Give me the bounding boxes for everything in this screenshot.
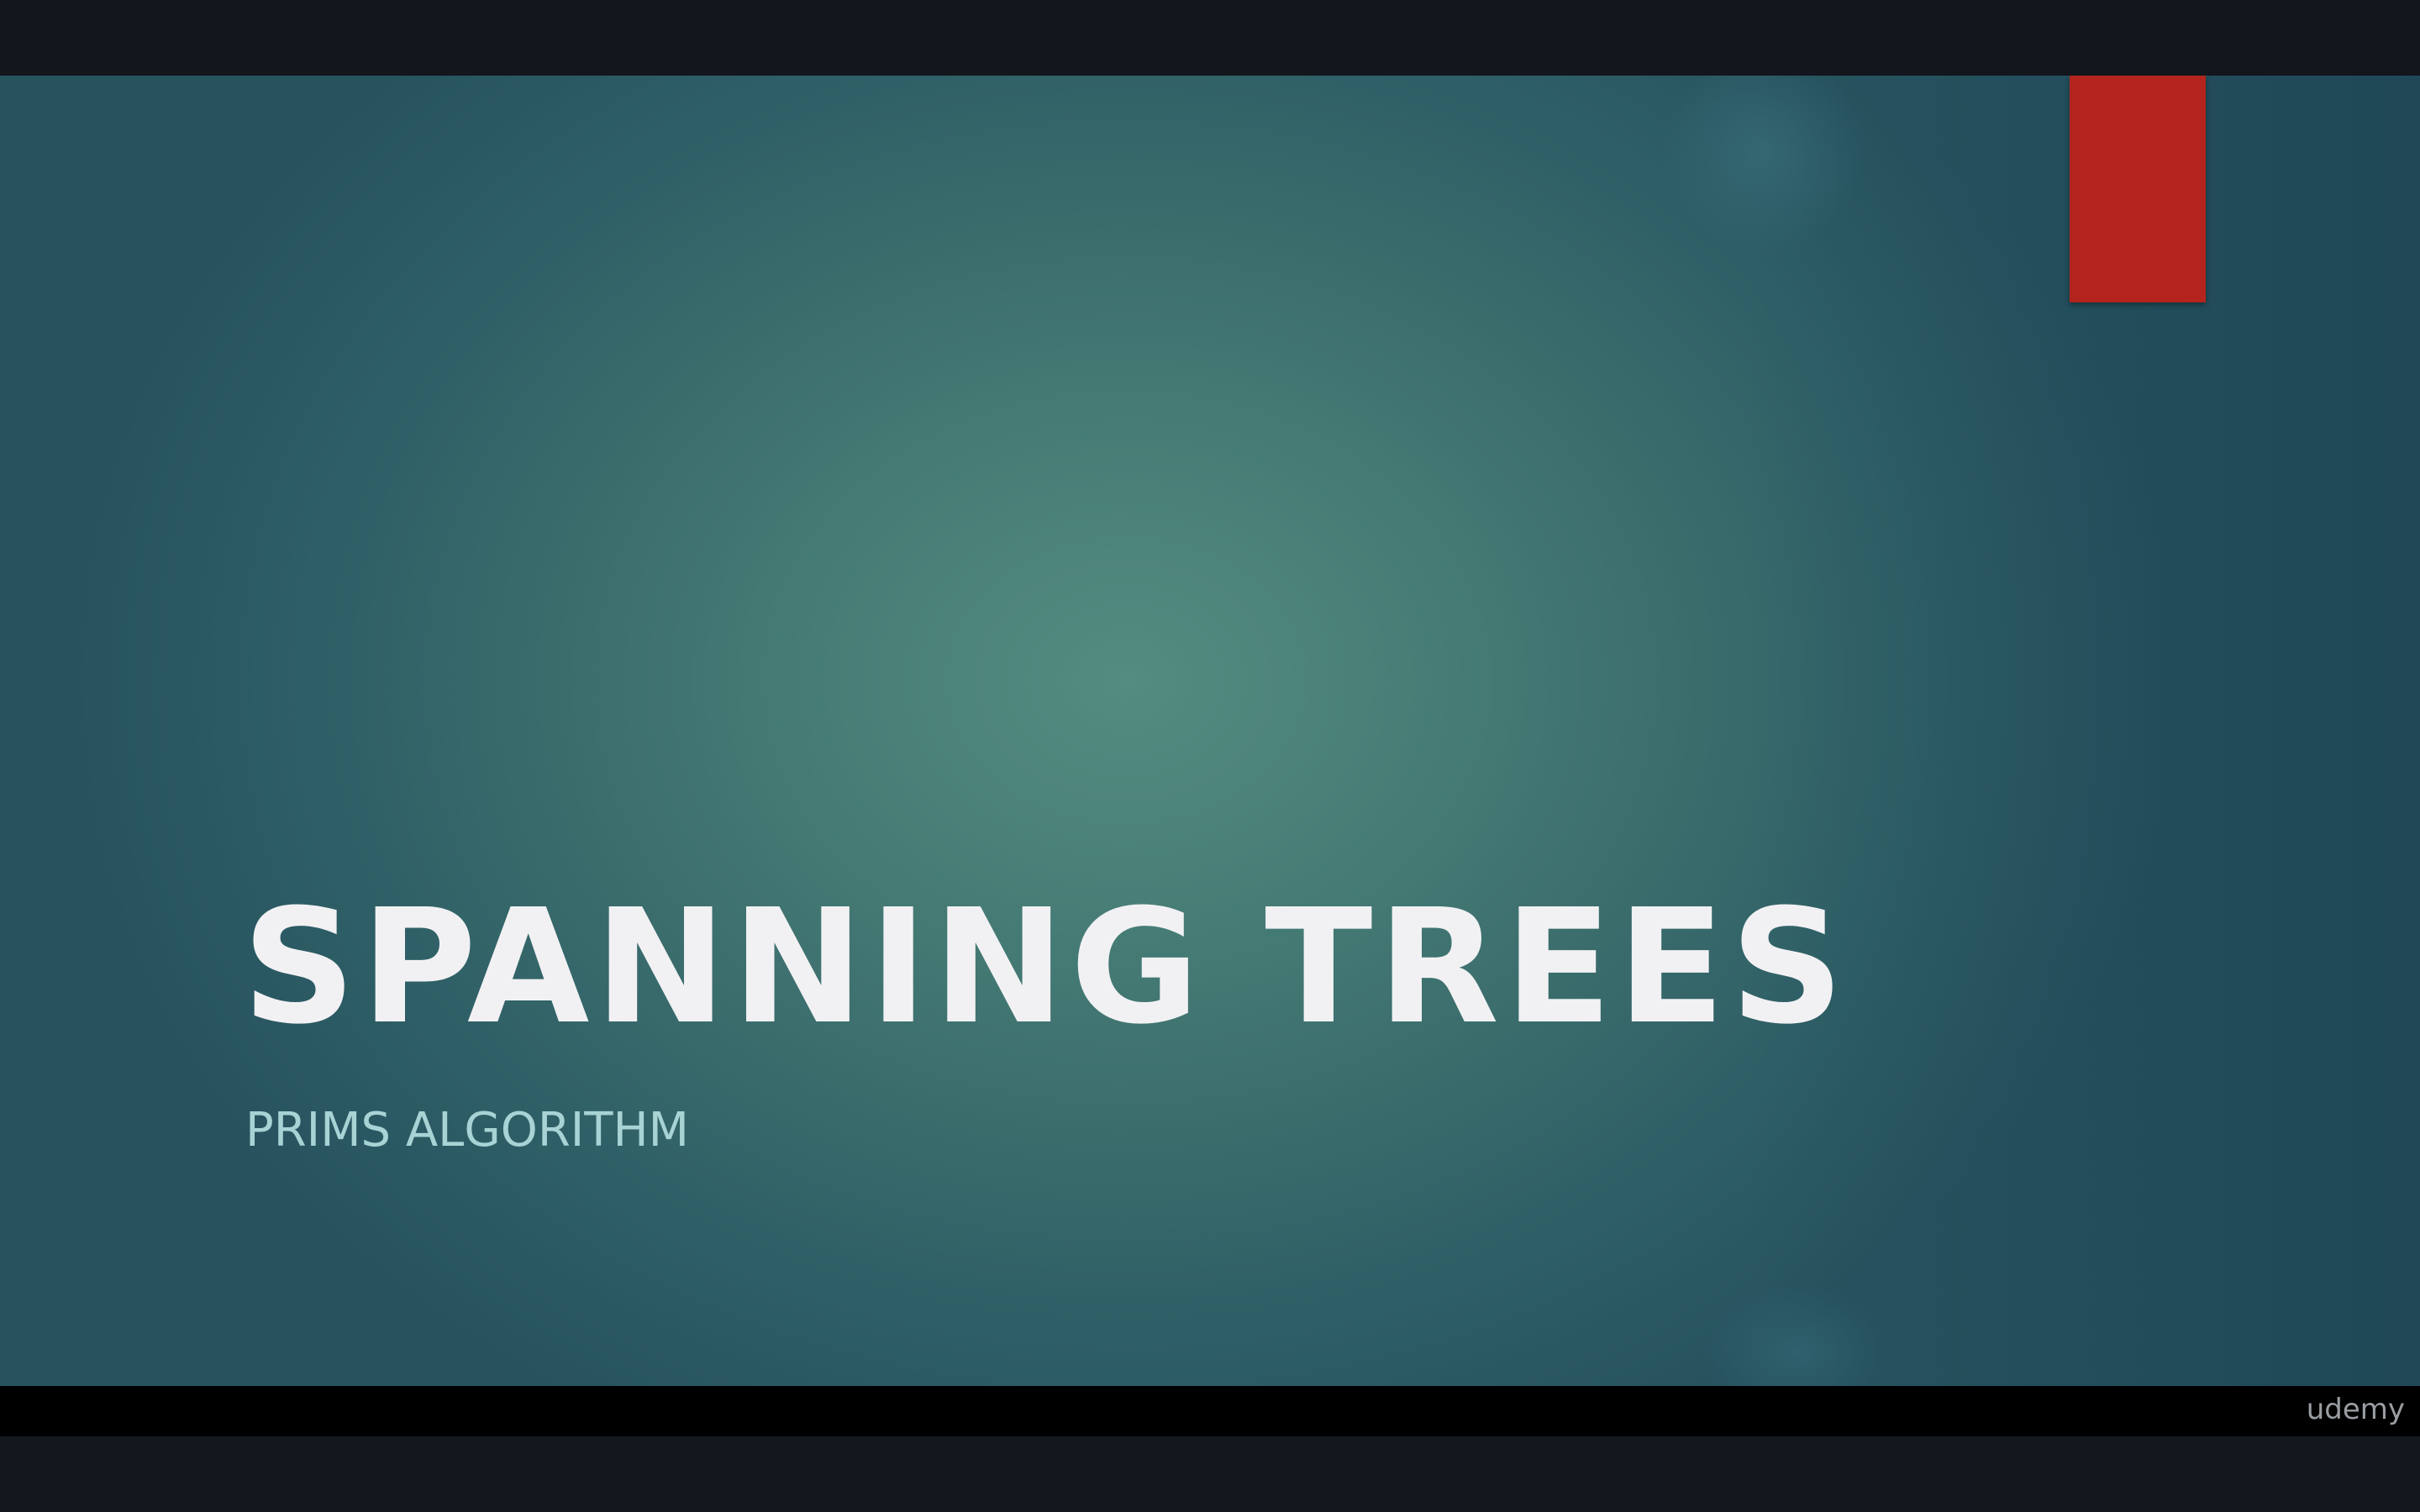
accent-bar — [2070, 76, 2206, 302]
presentation-slide: SPANNING TREES PRIMS ALGORITHM — [0, 76, 2420, 1386]
player-bottom-bar: udemy — [0, 1386, 2420, 1436]
slide-title: SPANNING TREES — [242, 875, 1849, 1059]
top-letterbox — [0, 0, 2420, 76]
bottom-letterbox — [0, 1436, 2420, 1512]
video-viewport[interactable]: SPANNING TREES PRIMS ALGORITHM udemy — [0, 0, 2420, 1512]
slide-subtitle: PRIMS ALGORITHM — [245, 1103, 689, 1158]
udemy-logo: udemy — [2306, 1393, 2405, 1426]
